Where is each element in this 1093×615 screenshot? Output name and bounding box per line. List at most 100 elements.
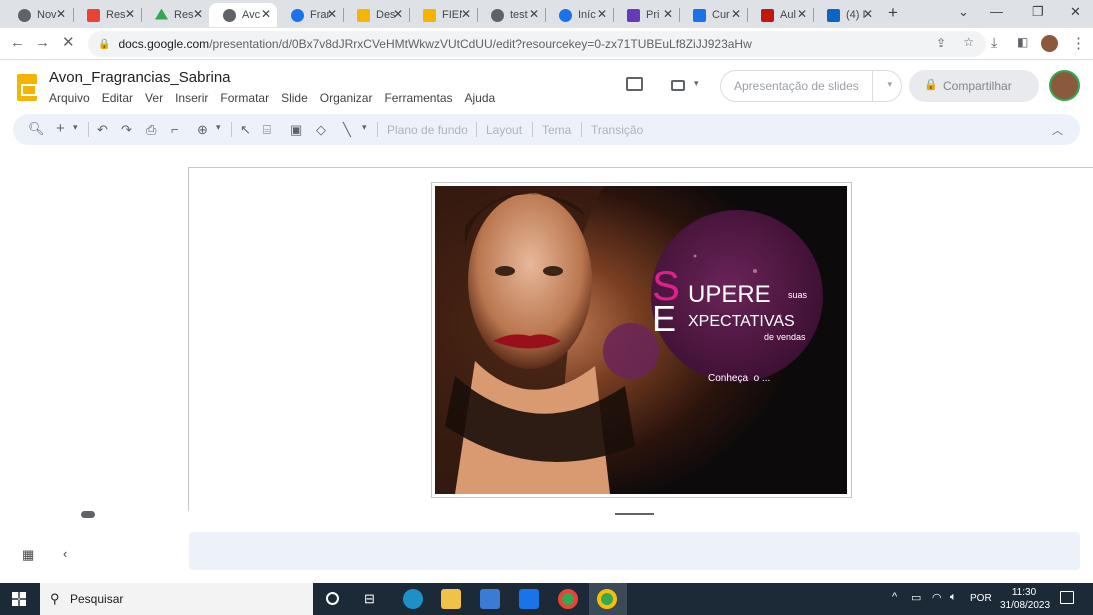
new-slide-icon[interactable]: + [56,120,65,137]
close-icon[interactable]: ✕ [731,7,741,21]
forward-icon[interactable]: → [35,34,50,51]
volume-icon[interactable]: 🔈︎ [950,591,957,604]
menu-ajuda[interactable]: Ajuda [465,91,496,105]
tab-0[interactable]: Nov ✕ [4,3,72,27]
comments-icon[interactable] [626,77,643,91]
restore-button[interactable]: ❐ [1032,4,1044,20]
background-button[interactable]: Plano de fundo [387,123,468,137]
paint-format-icon[interactable]: ⌐ [171,122,179,137]
close-icon[interactable]: ✕ [597,7,607,21]
close-icon[interactable]: ✕ [863,7,873,21]
tab-3-active[interactable]: Avc ✕ [209,3,277,27]
slide-image[interactable]: S UPERE suas E XPECTATIVAS de vendas Con… [435,186,847,494]
cortana-icon[interactable] [326,592,339,605]
side-panel-icon[interactable]: ◧ [1017,35,1028,49]
zoom-icon[interactable]: ⊕ [197,122,208,138]
collapse-toolbar-icon[interactable]: ︿ [1052,122,1063,138]
menu-arquivo[interactable]: Arquivo [49,91,90,105]
share-page-icon[interactable]: ⇪ [936,36,946,50]
tab-6[interactable]: FIEN✕ [409,3,477,27]
tab-2[interactable]: Res ✕ [141,3,209,27]
taskbar-search[interactable]: ⚲ Pesquisar [40,583,313,615]
slideshow-dropdown-icon[interactable]: ▾ [887,79,892,90]
collapse-filmstrip-icon[interactable]: ‹ [63,546,67,561]
tab-11[interactable]: Aul ✕ [747,3,813,27]
tab-10[interactable]: Cur ✕ [679,3,747,27]
layout-button[interactable]: Layout [486,123,522,137]
store-icon[interactable] [480,589,500,609]
tab-1[interactable]: Res ✕ [73,3,141,27]
close-icon[interactable]: ✕ [461,7,471,21]
menu-formatar[interactable]: Formatar [220,91,269,105]
menu-ferramentas[interactable]: Ferramentas [384,91,452,105]
browser-menu-icon[interactable]: ⋮ [1071,34,1086,52]
mail-icon[interactable] [519,589,539,609]
clock[interactable]: 11:30 31/08/2023 [1000,586,1050,612]
notes-resize-handle[interactable] [615,513,654,515]
tab-12[interactable]: (4) I ✕ [813,3,879,27]
share-button[interactable]: 🔒 Compartilhar [909,70,1039,102]
stop-icon[interactable]: ✕ [62,33,75,51]
menu-ver[interactable]: Ver [145,91,163,105]
minimize-button[interactable]: — [990,4,1003,19]
line-chevron-icon[interactable]: ▾ [362,122,367,133]
close-icon[interactable]: ✕ [663,7,673,21]
tray-expand-icon[interactable]: ^ [892,591,897,603]
undo-icon[interactable]: ↶ [97,122,108,138]
close-icon[interactable]: ✕ [56,7,66,21]
menu-slide[interactable]: Slide [281,91,308,105]
meet-camera-icon[interactable] [671,80,685,91]
shape-icon[interactable]: ◇ [316,122,326,138]
tab-4[interactable]: Frar ✕ [277,3,343,27]
grid-view-icon[interactable]: ▦ [22,547,34,563]
windows-start-icon[interactable] [12,592,26,606]
download-icon[interactable]: ⤓ [991,34,997,51]
theme-button[interactable]: Tema [542,123,571,137]
menu-inserir[interactable]: Inserir [175,91,208,105]
slideshow-button[interactable]: Apresentação de slides ▾ [720,70,902,102]
meet-chevron-icon[interactable]: ▾ [694,78,699,89]
transition-button[interactable]: Transição [591,123,643,137]
zoom-chevron-icon[interactable]: ▾ [216,122,221,133]
user-avatar[interactable] [1049,70,1080,101]
menu-editar[interactable]: Editar [102,91,133,105]
task-view-icon[interactable]: ⊟ [364,591,375,607]
filmstrip-scroll-handle[interactable] [81,511,95,518]
chrome-icon[interactable] [558,589,578,609]
line-icon[interactable]: ╲ [343,122,351,138]
close-icon[interactable]: ✕ [393,7,403,21]
search-menus-icon[interactable]: 🔍︎ [28,121,45,137]
tab-9[interactable]: Pri ✕ [613,3,679,27]
file-explorer-icon[interactable] [441,589,461,609]
close-icon[interactable]: ✕ [327,7,337,21]
wifi-icon[interactable]: ◠ [932,591,942,604]
text-box-icon[interactable]: ⌸ [263,122,271,138]
chrome-active-icon[interactable] [597,589,617,609]
close-icon[interactable]: ✕ [797,7,807,21]
tab-5[interactable]: Des ✕ [343,3,409,27]
back-icon[interactable]: ← [10,34,25,51]
slides-logo-icon[interactable] [17,74,37,101]
document-title[interactable]: Avon_Fragrancias_Sabrina [49,69,231,86]
tab-8[interactable]: Iníc ✕ [545,3,613,27]
menu-organizar[interactable]: Organizar [320,91,373,105]
new-slide-chevron-icon[interactable]: ▾ [73,122,78,133]
battery-icon[interactable]: ▭ [911,591,921,604]
edge-icon[interactable] [403,589,423,609]
redo-icon[interactable]: ↷ [121,122,132,138]
image-icon[interactable]: ▣ [290,122,302,138]
bookmark-star-icon[interactable]: ☆ [963,35,974,49]
close-icon[interactable]: ✕ [193,7,203,21]
tab-7[interactable]: test ✕ [477,3,545,27]
close-window-button[interactable]: ✕ [1070,4,1081,20]
notifications-icon[interactable] [1060,591,1074,604]
select-cursor-icon[interactable]: ↖ [240,122,251,138]
close-icon[interactable]: ✕ [529,7,539,21]
tab-search-chevron-icon[interactable]: ⌄ [958,4,969,20]
print-icon[interactable]: ⎙ [146,122,156,138]
language-indicator[interactable]: POR [970,593,992,604]
close-icon[interactable]: ✕ [261,7,271,21]
url-field[interactable]: 🔒 docs.google.com/presentation/d/0Bx7v8d… [88,31,986,57]
speaker-notes-panel[interactable] [189,532,1080,570]
close-icon[interactable]: ✕ [125,7,135,21]
